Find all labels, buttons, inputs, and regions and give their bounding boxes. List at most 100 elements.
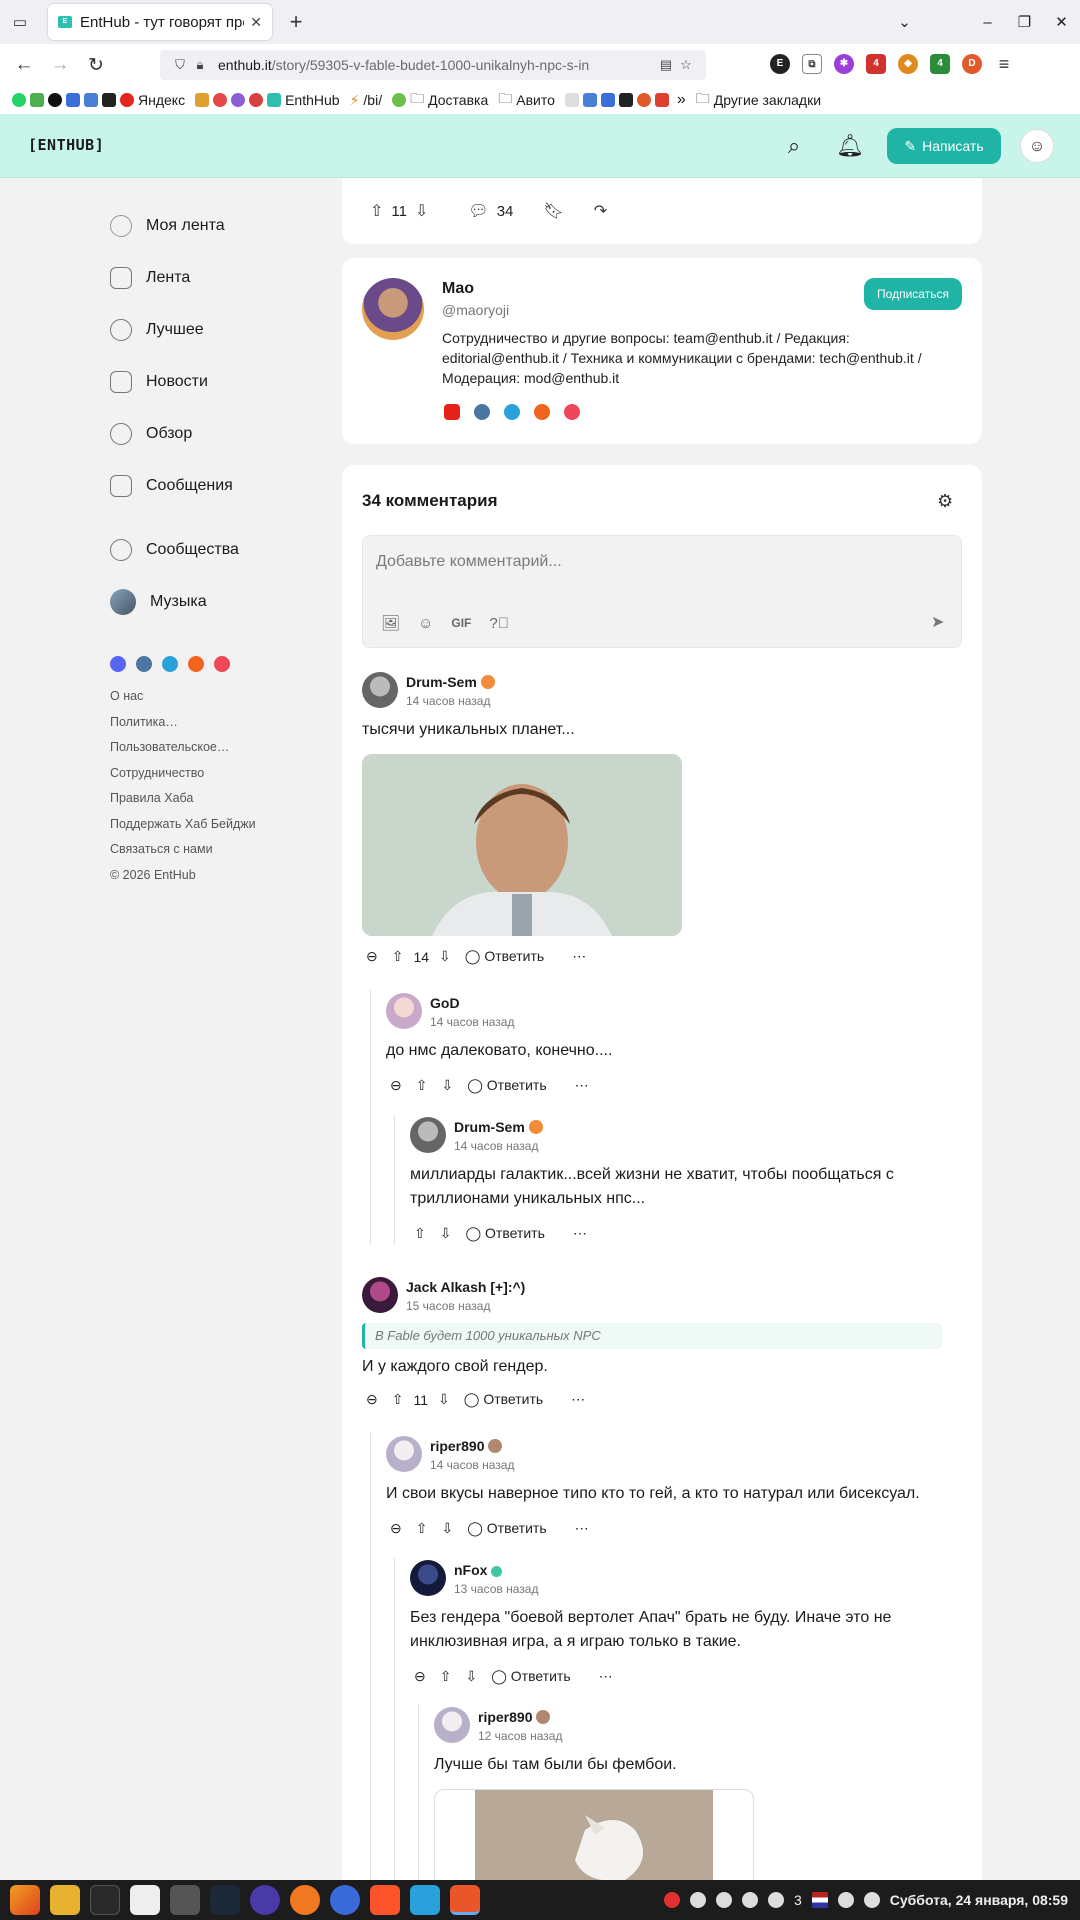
extension-squirrel-icon[interactable]: ◆	[898, 54, 918, 74]
bookmark-orange-icon[interactable]	[636, 93, 651, 107]
sidebar-item-feed[interactable]: Лента	[110, 252, 340, 304]
sort-filter-icon[interactable]: ⚙︎	[937, 491, 953, 512]
vlc-like-icon[interactable]	[290, 1885, 320, 1915]
post-comments-button[interactable]: 💬︎ 34	[468, 201, 513, 221]
telegram-icon[interactable]	[162, 656, 178, 672]
boosty-icon[interactable]	[534, 404, 550, 420]
downvote-icon[interactable]: ⇩	[438, 1391, 450, 1408]
footer-policy[interactable]: Политика…	[110, 710, 340, 736]
network-icon[interactable]	[837, 1892, 854, 1908]
collapse-icon[interactable]: ⊖	[366, 948, 378, 965]
steam-icon[interactable]	[210, 1885, 240, 1915]
patreon-icon[interactable]	[564, 404, 580, 420]
enthub-logo[interactable]: [ENTHUB]	[28, 136, 104, 154]
search-icon[interactable]: ⌕	[780, 132, 808, 160]
skype-icon[interactable]	[330, 1885, 360, 1915]
bookmark-bi[interactable]: ⚡︎/bi/	[350, 92, 383, 109]
reply-button[interactable]: ◯ Ответить	[465, 1225, 558, 1242]
reply-button[interactable]: ◯ Ответить	[467, 1520, 560, 1537]
vk-icon[interactable]	[474, 404, 490, 420]
comment-author[interactable]: riper890	[430, 1438, 503, 1454]
volume-icon[interactable]	[863, 1892, 880, 1908]
puzzle-icon[interactable]: ⧉	[802, 54, 822, 74]
sidebar-item-messages[interactable]: Сообщения	[110, 460, 340, 512]
shield-icon[interactable]: ⛉	[170, 57, 190, 73]
write-button[interactable]: ✎ Написать	[887, 128, 1001, 164]
file-manager-icon[interactable]	[50, 1885, 80, 1915]
tray-telegram-icon[interactable]	[741, 1892, 758, 1908]
clock[interactable]: Суббота, 24 января, 08:59	[890, 1892, 1068, 1908]
bookmark-enthub[interactable]: EnthHub	[267, 92, 340, 108]
bookmark-ibb-icon[interactable]	[84, 93, 98, 107]
subscribe-button[interactable]: Подписаться	[864, 278, 962, 310]
browser-tab[interactable]: E EntHub - тут говорят про ✕	[48, 4, 272, 40]
start-menu-icon[interactable]	[10, 1885, 40, 1915]
comment-gif[interactable]	[434, 1789, 754, 1889]
tab-list-icon[interactable]: ▭	[0, 0, 40, 44]
collapse-icon[interactable]: ⊖	[414, 1668, 426, 1685]
footer-support-badges[interactable]: Поддержать Хаб Бейджи	[110, 812, 340, 838]
reload-icon[interactable]: ↻	[78, 54, 114, 77]
tray-app-icon[interactable]	[715, 1892, 732, 1908]
bookmark-red-icon[interactable]	[249, 93, 264, 107]
tray-steam-icon[interactable]	[689, 1892, 706, 1908]
patreon-icon[interactable]	[214, 656, 230, 672]
image-upload-icon[interactable]: 🖼︎	[381, 614, 400, 632]
calculator-icon[interactable]	[170, 1885, 200, 1915]
comment-author[interactable]: Drum-Sem	[406, 674, 495, 690]
more-options-icon[interactable]: ⋯	[599, 1668, 613, 1685]
upvote-icon[interactable]: ⇧	[416, 1077, 428, 1094]
collapse-icon[interactable]: ⊖	[366, 1391, 378, 1408]
new-tab-icon[interactable]: +	[282, 9, 310, 35]
collapse-icon[interactable]: ⊖	[390, 1077, 402, 1094]
sidebar-item-communities[interactable]: Сообщества	[110, 524, 340, 576]
bookmark-button[interactable]: 🔖︎	[543, 201, 563, 221]
menu-icon[interactable]: ≡	[994, 54, 1014, 74]
vk-icon[interactable]	[136, 656, 152, 672]
telegram-icon[interactable]	[504, 404, 520, 420]
bookmarks-overflow-icon[interactable]: »	[677, 91, 686, 109]
bookmark-folder-avito[interactable]: 🗀 Авито	[498, 88, 555, 112]
comment-author[interactable]: Jack Alkash [+]:^)	[406, 1279, 525, 1295]
downvote-icon[interactable]: ⇩	[415, 201, 428, 221]
gif-button[interactable]: GIF	[451, 616, 471, 630]
browser-active-icon[interactable]	[450, 1885, 480, 1915]
sidebar-item-best[interactable]: Лучшее	[110, 304, 340, 356]
close-window-icon[interactable]: ✕	[1043, 13, 1080, 31]
bookmark-folder-delivery[interactable]: 🗀 Доставка	[410, 88, 488, 112]
bookmark-translate-icon[interactable]	[582, 93, 597, 107]
terminal-icon[interactable]	[90, 1885, 120, 1915]
emoji-icon[interactable]: ☺	[418, 615, 433, 632]
bookmark-pin-icon[interactable]	[213, 93, 228, 107]
bookmark-other[interactable]: 🗀 Другие закладки	[696, 88, 821, 112]
comment-author[interactable]: nFox	[454, 1562, 503, 1578]
reply-button[interactable]: ◯ Ответить	[467, 1077, 560, 1094]
bookmark-l-icon[interactable]	[618, 93, 633, 107]
upvote-icon[interactable]: ⇧	[370, 201, 383, 221]
url-text[interactable]: enthub.it/story/59305-v-fable-budet-1000…	[218, 57, 656, 73]
boosty-icon[interactable]	[188, 656, 204, 672]
reply-button[interactable]: ◯ Ответить	[464, 1391, 557, 1408]
comment-avatar[interactable]	[362, 672, 398, 708]
comment-avatar[interactable]	[386, 1436, 422, 1472]
share-button[interactable]: ↷	[594, 201, 607, 221]
bookmark-yandex[interactable]: Яндекс	[120, 92, 185, 108]
duckduckgo-icon[interactable]: D	[962, 54, 982, 74]
telegram-app-icon[interactable]	[410, 1885, 440, 1915]
whatsapp-icon[interactable]	[12, 93, 26, 107]
back-icon[interactable]: ←	[6, 54, 42, 76]
close-tab-icon[interactable]: ✕	[250, 14, 262, 31]
downvote-icon[interactable]: ⇩	[439, 948, 451, 965]
sidebar-item-music[interactable]: Музыка	[110, 576, 340, 628]
bookmark-image-icon[interactable]	[195, 93, 210, 107]
reader-view-icon[interactable]: ▤	[656, 57, 676, 73]
collapse-icon[interactable]: ⊖	[390, 1520, 402, 1537]
downvote-icon[interactable]: ⇩	[440, 1225, 452, 1242]
downvote-icon[interactable]: ⇩	[441, 1077, 453, 1094]
more-options-icon[interactable]: ⋯	[573, 1225, 587, 1242]
upvote-icon[interactable]: ⇧	[414, 1225, 426, 1242]
more-options-icon[interactable]: ⋯	[575, 1077, 589, 1094]
sidebar-item-news[interactable]: Новости	[110, 356, 340, 408]
footer-contact[interactable]: Связаться с нами	[110, 837, 340, 863]
footer-cooperation[interactable]: Сотрудничество	[110, 761, 340, 787]
